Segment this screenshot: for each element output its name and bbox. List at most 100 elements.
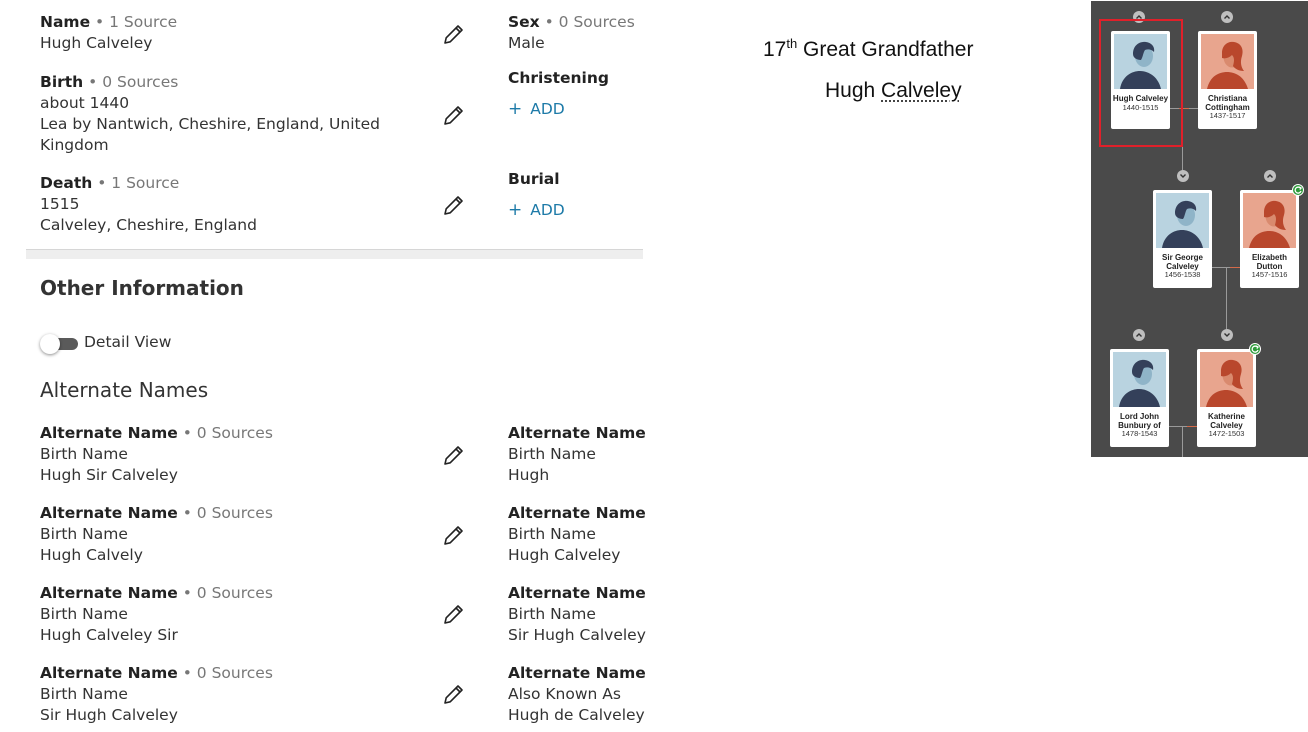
fact-sex: Sex • 0 Sources Male [508, 12, 635, 54]
name-value: Hugh Calveley Sir [40, 626, 178, 644]
fact-burial: Burial + ADD [508, 169, 565, 221]
alternate-name-item: Alternate Name Birth Name Hugh Calveley [508, 503, 646, 566]
female-silhouette-icon [1243, 193, 1296, 248]
person-years: 1437-1517 [1209, 111, 1246, 120]
edit-birth-pencil-icon[interactable] [442, 103, 466, 127]
fact-label: Name [40, 13, 91, 31]
fact-sources: • 1 Source [92, 174, 180, 192]
fact-sources: • 0 Sources [177, 664, 273, 682]
other-information-title: Other Information [40, 276, 244, 300]
plus-icon: + [508, 99, 523, 119]
fact-label: Alternate Name [40, 584, 178, 602]
fact-label: Sex [508, 13, 540, 31]
add-label: ADD [530, 100, 565, 118]
fact-sources: • 0 Sources [83, 73, 179, 91]
couple-connector-accent [1187, 426, 1197, 427]
fact-date: about 1440 [40, 94, 130, 112]
fact-label: Alternate Name [508, 584, 646, 602]
section-divider [26, 249, 643, 259]
person-name-text: Lord John Bunbury of [1118, 412, 1161, 430]
person-card[interactable]: Sir George Calveley 1456-1538 [1153, 190, 1212, 288]
person-years: 1472-1503 [1208, 429, 1245, 438]
person-name: Sir George Calveley 1456-1538 [1154, 253, 1211, 280]
name-value: Hugh Calvely [40, 546, 143, 564]
person-name: Katherine Calveley 1472-1503 [1198, 412, 1255, 439]
first-name: Hugh [825, 79, 882, 102]
person-card[interactable]: Christiana Cottingham 1437-1517 [1198, 31, 1257, 129]
ordinal-number: 17 [763, 38, 787, 61]
selected-person-highlight [1099, 19, 1183, 147]
record-hint-icon[interactable] [1249, 343, 1261, 355]
fact-label: Alternate Name [508, 424, 646, 442]
person-name-text: Katherine Calveley [1208, 412, 1245, 430]
name-type: Birth Name [40, 685, 128, 703]
alternate-name-item: Alternate Name • 0 Sources Birth Name Hu… [40, 503, 273, 566]
ancestor-name-caption: Hugh Calveley [825, 79, 962, 103]
fact-label: Alternate Name [508, 504, 646, 522]
alternate-names-title: Alternate Names [40, 378, 209, 402]
fact-death: Death • 1 Source 1515 Calveley, Cheshire… [40, 173, 257, 236]
add-burial-button[interactable]: + ADD [508, 200, 565, 221]
expand-parents-chevron-up-icon[interactable] [1133, 329, 1145, 341]
name-value: Hugh Sir Calveley [40, 466, 178, 484]
edit-alternate-name-pencil-icon[interactable] [442, 602, 466, 626]
detail-view-label: Detail View [84, 333, 172, 351]
person-name: Lord John Bunbury of 1478-1543 [1111, 412, 1168, 439]
alternate-name-item: Alternate Name Birth Name Hugh [508, 423, 646, 486]
fact-label: Death [40, 174, 93, 192]
descent-line [1182, 426, 1183, 457]
fact-value: Hugh Calveley [40, 34, 153, 52]
male-silhouette-icon [1113, 352, 1166, 407]
fact-label: Alternate Name [40, 664, 178, 682]
fact-sources: • 1 Source [90, 13, 178, 31]
fact-sources: • 0 Sources [177, 424, 273, 442]
edit-death-pencil-icon[interactable] [442, 193, 466, 217]
surname: Calveley [881, 79, 962, 102]
alternate-name-item: Alternate Name • 0 Sources Birth Name Hu… [40, 583, 273, 646]
fact-sources: • 0 Sources [177, 584, 273, 602]
person-years: 1478-1543 [1121, 429, 1158, 438]
person-card[interactable]: Katherine Calveley 1472-1503 [1197, 349, 1256, 447]
record-hint-icon[interactable] [1292, 184, 1304, 196]
name-value: Hugh Calveley [508, 546, 621, 564]
collapse-chevron-down-icon[interactable] [1177, 170, 1189, 182]
fact-place: Lea by Nantwich, Cheshire, England, Unit… [40, 115, 380, 154]
ordinal-suffix: th [786, 36, 798, 51]
detail-view-toggle[interactable] [40, 334, 78, 354]
add-christening-button[interactable]: + ADD [508, 99, 609, 120]
fact-label: Alternate Name [508, 664, 646, 682]
name-value: Hugh [508, 466, 550, 484]
name-type: Birth Name [508, 605, 596, 623]
expand-parents-chevron-up-icon[interactable] [1221, 11, 1233, 23]
name-type: Birth Name [508, 445, 596, 463]
plus-icon: + [508, 200, 523, 220]
fact-label: Alternate Name [40, 424, 178, 442]
female-silhouette-icon [1201, 34, 1254, 89]
person-card[interactable]: Elizabeth Dutton 1457-1516 [1240, 190, 1299, 288]
fact-sources: • 0 Sources [539, 13, 635, 31]
collapse-chevron-down-icon[interactable] [1221, 329, 1233, 341]
edit-alternate-name-pencil-icon[interactable] [442, 682, 466, 706]
fact-sources: • 0 Sources [177, 504, 273, 522]
family-tree-panel[interactable]: Hugh Calveley 1440-1515 Christiana Cottin… [1091, 1, 1308, 457]
person-name-text: Sir George Calveley [1162, 253, 1203, 271]
person-card[interactable]: Lord John Bunbury of 1478-1543 [1110, 349, 1169, 447]
fact-label: Christening [508, 69, 609, 87]
add-label: ADD [530, 201, 565, 219]
alternate-name-item: Alternate Name • 0 Sources Birth Name Si… [40, 663, 273, 726]
relationship-text: Great Grandfather [797, 38, 974, 61]
person-name: Christiana Cottingham 1437-1517 [1199, 94, 1256, 121]
person-name: Elizabeth Dutton 1457-1516 [1241, 253, 1298, 280]
fact-date: 1515 [40, 195, 80, 213]
toggle-knob [40, 334, 60, 354]
edit-alternate-name-pencil-icon[interactable] [442, 523, 466, 547]
person-name-text: Elizabeth Dutton [1251, 253, 1288, 271]
expand-parents-chevron-up-icon[interactable] [1264, 170, 1276, 182]
person-name-text: Christiana Cottingham [1205, 94, 1250, 112]
name-value: Sir Hugh Calveley [40, 706, 178, 724]
person-years: 1456-1538 [1164, 270, 1201, 279]
name-type: Birth Name [40, 445, 128, 463]
edit-name-pencil-icon[interactable] [442, 22, 466, 46]
name-type: Also Known As [508, 685, 621, 703]
edit-alternate-name-pencil-icon[interactable] [442, 443, 466, 467]
